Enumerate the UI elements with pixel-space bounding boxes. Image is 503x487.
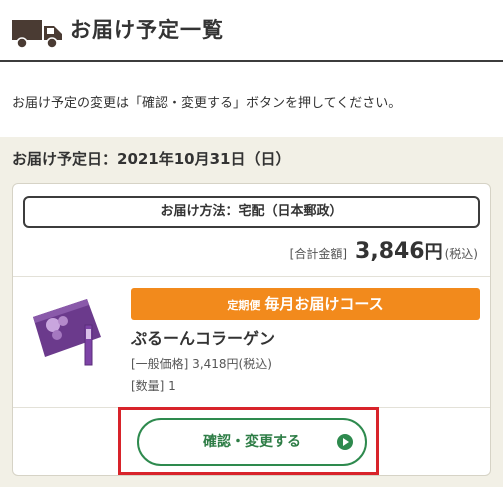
delivery-date: お届け予定日：2021年10月31日（日） (12, 150, 291, 168)
product-image (33, 299, 101, 366)
total-label: [合計金額] (289, 247, 348, 261)
product-name: ぷるーんコラーゲン (131, 329, 276, 348)
truck-icon (12, 20, 62, 49)
page-title: お届け予定一覧 (70, 18, 224, 42)
total-price: [合計金額] 3,846 円 (税込) (290, 238, 478, 268)
notice-text: お届け予定の変更は「確認・変更する」ボタンを押してください。 (12, 96, 402, 111)
highlight-box (118, 407, 379, 475)
total-tax: (税込) (444, 247, 478, 261)
divider (13, 276, 490, 277)
subscription-course-banner: 定期便 毎月お届けコース (131, 288, 480, 320)
delivery-method: お届け方法：宅配（日本郵政） (23, 196, 480, 228)
total-amount: 3,846 (355, 239, 425, 264)
product-quantity: [数量] 1 (131, 379, 176, 393)
product-price: [一般価格] 3,418円(税込) (131, 357, 272, 371)
course-type: 定期便 (227, 299, 261, 312)
total-yen: 円 (424, 242, 443, 263)
course-name: 毎月お届けコース (264, 295, 384, 313)
page-header: お届け予定一覧 (0, 0, 503, 62)
